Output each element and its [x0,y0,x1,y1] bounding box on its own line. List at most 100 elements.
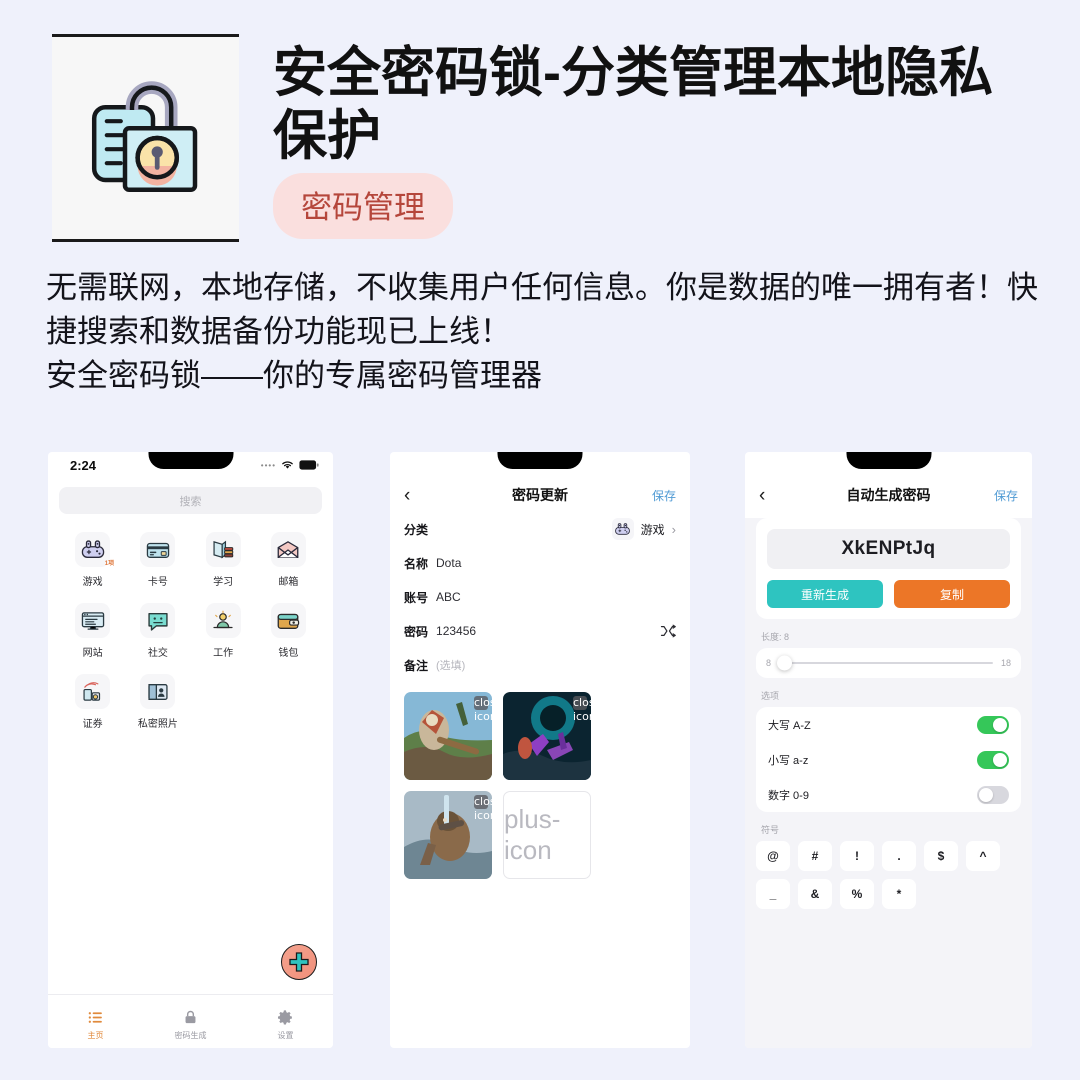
attachment-thumbnail[interactable]: close-icon [404,692,492,780]
symbol-grid: @ # ! . $ ^ _ & % * [756,841,1021,909]
category-item-securities[interactable]: 证券 [75,674,111,730]
length-label: 长度: 8 [761,632,790,642]
tab-settings[interactable]: 设置 [238,1009,333,1041]
toggle-lowercase[interactable] [977,750,1009,769]
option-digits[interactable]: 数字 0-9 [756,777,1021,812]
symbol-key[interactable]: * [882,879,916,909]
option-uppercase[interactable]: 大写 A-Z [756,707,1021,742]
symbol-key[interactable]: % [840,879,874,909]
shuffle-icon[interactable] [660,624,676,638]
status-time: 2:24 [70,457,97,473]
toggle-knob [993,717,1007,732]
option-label: 数字 0-9 [768,789,809,802]
add-attachment-button[interactable]: plus-icon [503,791,591,879]
category-label: 钱包 [278,648,299,659]
app-icon [52,34,239,242]
field-password[interactable]: 密码 123456 [404,614,676,648]
slider-thumb[interactable] [777,655,793,671]
notch [497,452,583,469]
options-card: 大写 A-Z 小写 a-z 数字 0-9 [756,707,1021,812]
description-line-1: 无需联网，本地存储，不收集用户任何信息。你是数据的唯一拥有者！快捷搜索和数据备份… [46,270,1038,350]
category-count-badge: 1项 [104,561,115,567]
field-placeholder: (选填) [436,660,466,672]
phone-screenshot-edit: ‹ 密码更新 保存 分类 游戏 › 名称 Dota 账号 ABC 密码 1234… [390,452,690,1048]
signal-dots-icon: •••• [260,460,276,470]
option-label: 小写 a-z [768,754,809,767]
option-lowercase[interactable]: 小写 a-z [756,742,1021,777]
add-password-button[interactable] [281,944,317,980]
category-item-work[interactable]: 工作 [205,603,241,659]
wallet-icon [270,603,306,638]
password-form: 分类 游戏 › 名称 Dota 账号 ABC 密码 123456 备注 (选填) [390,512,690,682]
category-item-website[interactable]: 网站 [75,603,111,659]
field-note[interactable]: 备注 (选填) [404,648,676,682]
attachment-thumbnail[interactable]: close-icon [404,791,492,879]
notch [148,452,233,469]
list-icon [88,1011,102,1023]
field-category[interactable]: 分类 游戏 › [404,512,676,546]
nav-bar: ‹ 自动生成密码 保存 [745,478,1032,512]
length-slider[interactable]: 8 18 [756,648,1021,678]
field-label: 名称 [404,556,429,571]
category-label: 学习 [213,577,234,588]
field-account[interactable]: 账号 ABC [404,580,676,614]
nav-title: 密码更新 [512,487,568,503]
close-icon[interactable]: close-icon [474,795,492,822]
category-item-private-photos[interactable]: 私密照片 [138,674,178,730]
category-item-study[interactable]: 学习 [205,532,241,588]
phone-screenshot-generator: ‹ 自动生成密码 保存 XkENPtJq 重新生成 复制 长度: 8 8 18 … [745,452,1032,1048]
save-button[interactable]: 保存 [652,487,676,504]
category-item-games[interactable]: 1项 游戏 [75,532,114,588]
toggle-digits[interactable] [977,785,1009,804]
symbol-key[interactable]: ^ [966,841,1000,871]
status-bar [745,452,1032,478]
symbol-key[interactable]: @ [756,841,790,871]
slider-track[interactable] [777,655,993,671]
field-value: 123456 [436,624,477,638]
books-icon [205,532,241,567]
attachment-thumbnail[interactable]: close-icon [503,692,591,780]
symbol-key[interactable]: # [798,841,832,871]
options-section-label: 选项 [761,691,780,701]
save-button[interactable]: 保存 [994,487,1018,504]
field-name[interactable]: 名称 Dota [404,546,676,580]
symbol-key[interactable]: . [882,841,916,871]
category-label: 网站 [82,648,103,659]
lock-icon [185,1010,196,1023]
category-label: 证券 [82,719,103,730]
chat-bubble-icon [140,603,176,638]
tab-home[interactable]: 主页 [48,1009,143,1041]
slider-min-label: 8 [766,658,772,668]
symbol-key[interactable]: & [798,879,832,909]
symbol-key[interactable]: _ [756,879,790,909]
category-label: 邮箱 [278,577,299,588]
category-item-social[interactable]: 社交 [140,603,176,659]
copy-button[interactable]: 复制 [894,580,1010,608]
category-item-cards[interactable]: 卡号 [140,532,176,588]
generated-password-display: XkENPtJq [767,529,1010,569]
tab-password-generator[interactable]: 密码生成 [143,1009,238,1041]
regenerate-button[interactable]: 重新生成 [767,580,883,608]
symbol-key[interactable]: ! [840,841,874,871]
credit-card-icon [140,532,176,567]
close-icon[interactable]: close-icon [474,696,492,723]
category-label: 私密照片 [137,719,178,730]
attachment-list: close-icon close-icon [390,682,690,879]
workdesk-icon [205,603,241,638]
toggle-uppercase[interactable] [977,715,1009,734]
wifi-icon [281,460,294,470]
chevron-right-icon: › [671,521,676,537]
category-item-wallet[interactable]: 钱包 [270,603,306,659]
category-item-email[interactable]: 邮箱 [270,532,306,588]
title-block: 安全密码锁-分类管理本地隐私保护 密码管理 [273,34,1043,242]
search-placeholder: 搜索 [179,495,202,508]
description-line-2: 安全密码锁——你的专属密码管理器 [46,358,542,394]
search-input[interactable]: 搜索 [59,487,322,514]
generator-body: XkENPtJq 重新生成 复制 长度: 8 8 18 选项 大写 A-Z 小写… [745,518,1032,1048]
field-label: 备注 [404,658,429,673]
close-icon[interactable]: close-icon [573,696,591,723]
toggle-knob [993,752,1007,767]
symbol-key[interactable]: $ [924,841,958,871]
gear-icon [277,1009,292,1024]
plus-icon: plus-icon [504,804,561,865]
